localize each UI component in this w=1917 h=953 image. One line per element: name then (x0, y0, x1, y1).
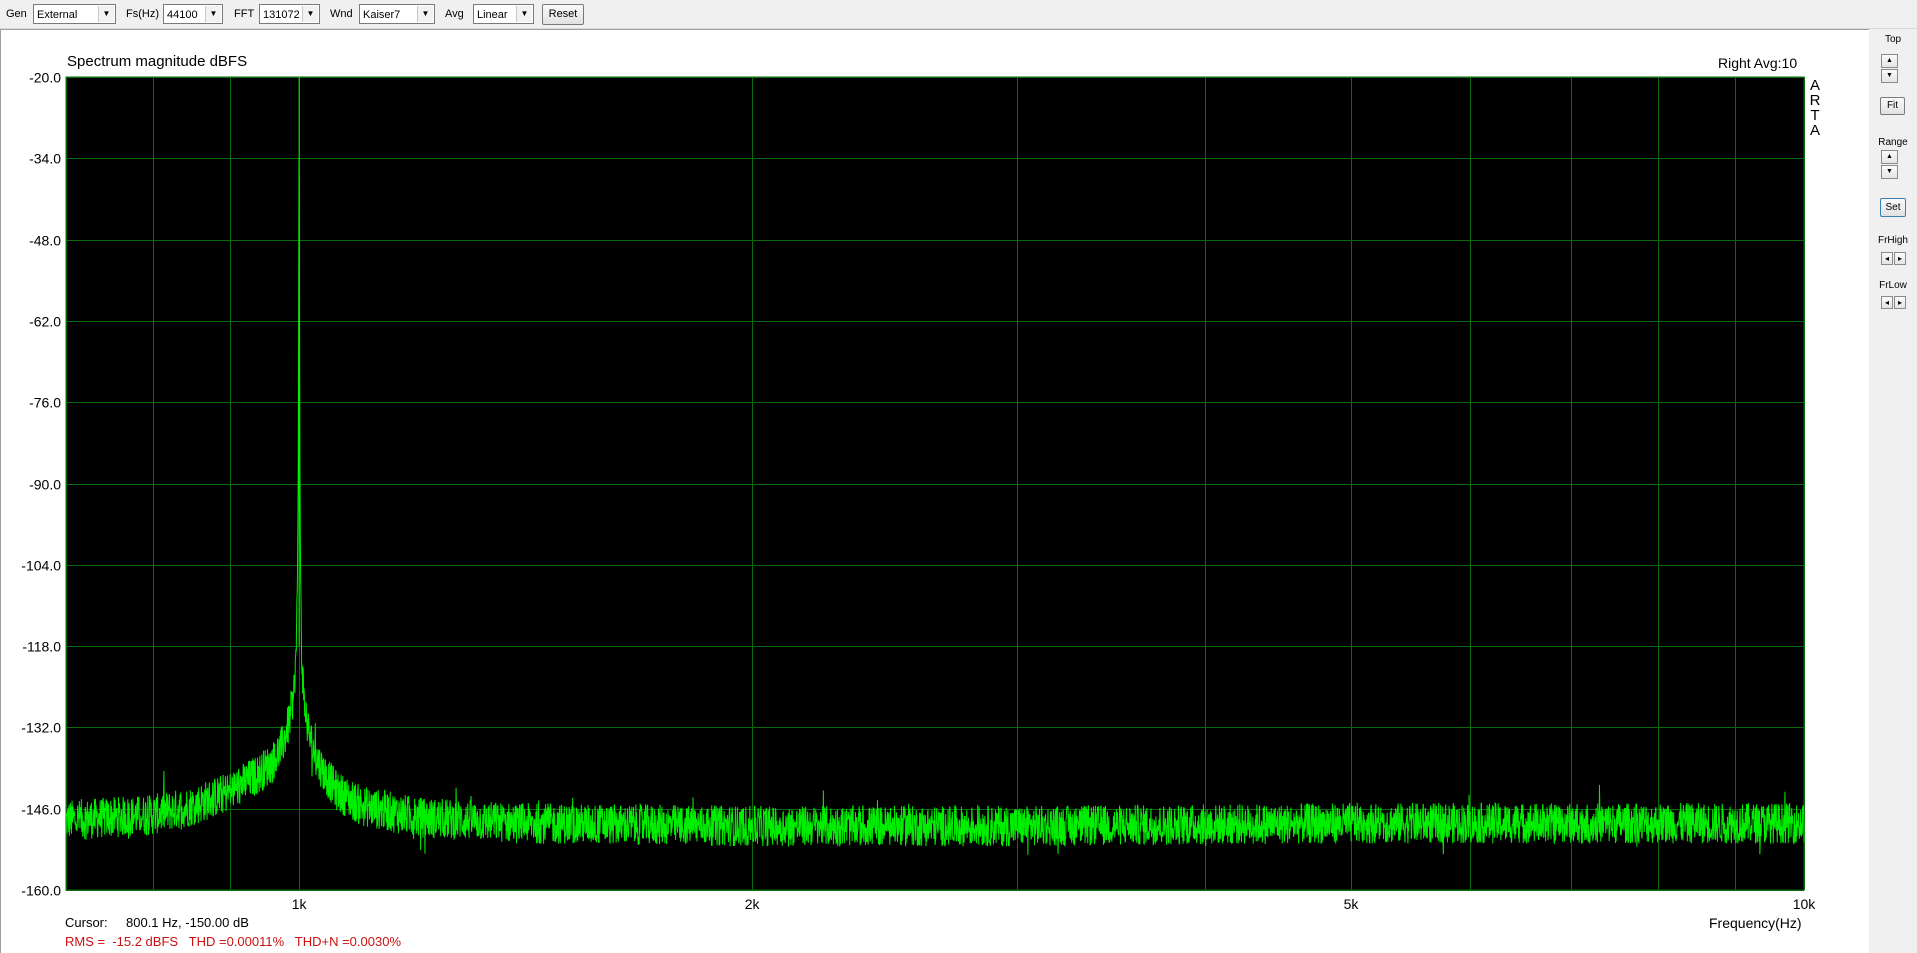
range-up-button[interactable]: ▲ (1881, 150, 1898, 164)
fft-select[interactable]: 131072 ▼ (259, 4, 320, 24)
measurement-stats: RMS = -15.2 dBFS THD =0.00011% THD+N =0.… (65, 934, 402, 949)
gen-value: External (37, 9, 78, 21)
frhigh-left-button[interactable]: ◂ (1881, 252, 1893, 265)
chevron-down-icon: ▼ (516, 6, 532, 22)
y-tick-label: -146.0 (21, 802, 61, 818)
arrow-up-icon: ▲ (1886, 57, 1893, 64)
toolbar: Gen External ▼ Fs(Hz) 44100 ▼ FFT 131072… (0, 0, 1917, 29)
wnd-value: Kaiser7 (363, 9, 401, 21)
y-tick-label: -34.0 (29, 151, 61, 167)
y-tick-label: -160.0 (21, 883, 61, 899)
arrow-right-icon: ▸ (1897, 298, 1902, 307)
chevron-down-icon: ▼ (205, 6, 221, 22)
watermark-letter: R (1809, 92, 1821, 109)
arrow-right-icon: ▸ (1897, 254, 1902, 263)
frhigh-label: FrHigh (1877, 235, 1908, 246)
frlow-label: FrLow (1879, 280, 1907, 291)
chevron-down-icon: ▼ (302, 6, 318, 22)
x-tick-label: 10k (1793, 896, 1817, 912)
avg-label: Avg (445, 8, 464, 20)
x-tick-label: 2k (745, 896, 761, 912)
arrow-down-icon: ▼ (1886, 72, 1893, 79)
fs-label: Fs(Hz) (126, 8, 159, 20)
x-tick-label: 1k (292, 896, 308, 912)
reset-button[interactable]: Reset (542, 4, 584, 25)
wnd-label: Wnd (330, 8, 353, 20)
watermark-letter: A (1809, 122, 1820, 139)
y-tick-label: -118.0 (22, 639, 61, 655)
gen-select[interactable]: External ▼ (33, 4, 116, 24)
gen-label: Gen (6, 8, 27, 20)
arrow-down-icon: ▼ (1886, 168, 1893, 175)
wnd-select[interactable]: Kaiser7 ▼ (359, 4, 435, 24)
x-axis-label: Frequency(Hz) (1709, 915, 1802, 931)
top-up-button[interactable]: ▲ (1881, 54, 1898, 68)
watermark-letter: A (1809, 77, 1820, 94)
cursor-label: Cursor: (65, 915, 108, 930)
top-label: Top (1884, 34, 1902, 45)
y-tick-label: -76.0 (29, 395, 61, 411)
arrow-left-icon: ◂ (1884, 298, 1889, 307)
chevron-down-icon: ▼ (98, 6, 114, 22)
arta-watermark: A R T A (1808, 78, 1822, 138)
spectrum-chart: -20.0 -34.0 -48.0 -62.0 -76.0 -90.0 -104.0 -118… (21, 70, 1817, 913)
y-tick-label: -104.0 (21, 558, 61, 574)
range-label: Range (1878, 137, 1908, 148)
channel-info: Right Avg:10 (1718, 55, 1798, 71)
y-tick-label: -20.0 (29, 70, 61, 86)
avg-select[interactable]: Linear ▼ (473, 4, 534, 24)
frlow-right-button[interactable]: ▸ (1894, 296, 1906, 309)
chart-title: Spectrum magnitude dBFS (67, 53, 248, 70)
watermark-letter: T (1810, 107, 1820, 124)
fs-value: 44100 (167, 9, 198, 21)
y-tick-label: -62.0 (29, 314, 61, 330)
arrow-up-icon: ▲ (1886, 153, 1893, 160)
fft-value: 131072 (263, 9, 300, 21)
fs-select[interactable]: 44100 ▼ (163, 4, 223, 24)
arrow-left-icon: ◂ (1884, 254, 1889, 263)
avg-value: Linear (477, 9, 508, 21)
frlow-left-button[interactable]: ◂ (1881, 296, 1893, 309)
y-tick-label: -90.0 (29, 477, 61, 493)
fft-label: FFT (234, 8, 255, 20)
fit-button[interactable]: Fit (1880, 97, 1905, 115)
top-down-button[interactable]: ▼ (1881, 69, 1898, 83)
set-button[interactable]: Set (1880, 198, 1906, 217)
cursor-readout: 800.1 Hz, -150.00 dB (126, 915, 249, 930)
x-tick-label: 5k (1344, 896, 1360, 912)
y-tick-label: -132.0 (21, 720, 61, 736)
frhigh-right-button[interactable]: ▸ (1894, 252, 1906, 265)
chevron-down-icon: ▼ (417, 6, 433, 22)
range-down-button[interactable]: ▼ (1881, 165, 1898, 179)
y-tick-label: -48.0 (29, 233, 61, 249)
